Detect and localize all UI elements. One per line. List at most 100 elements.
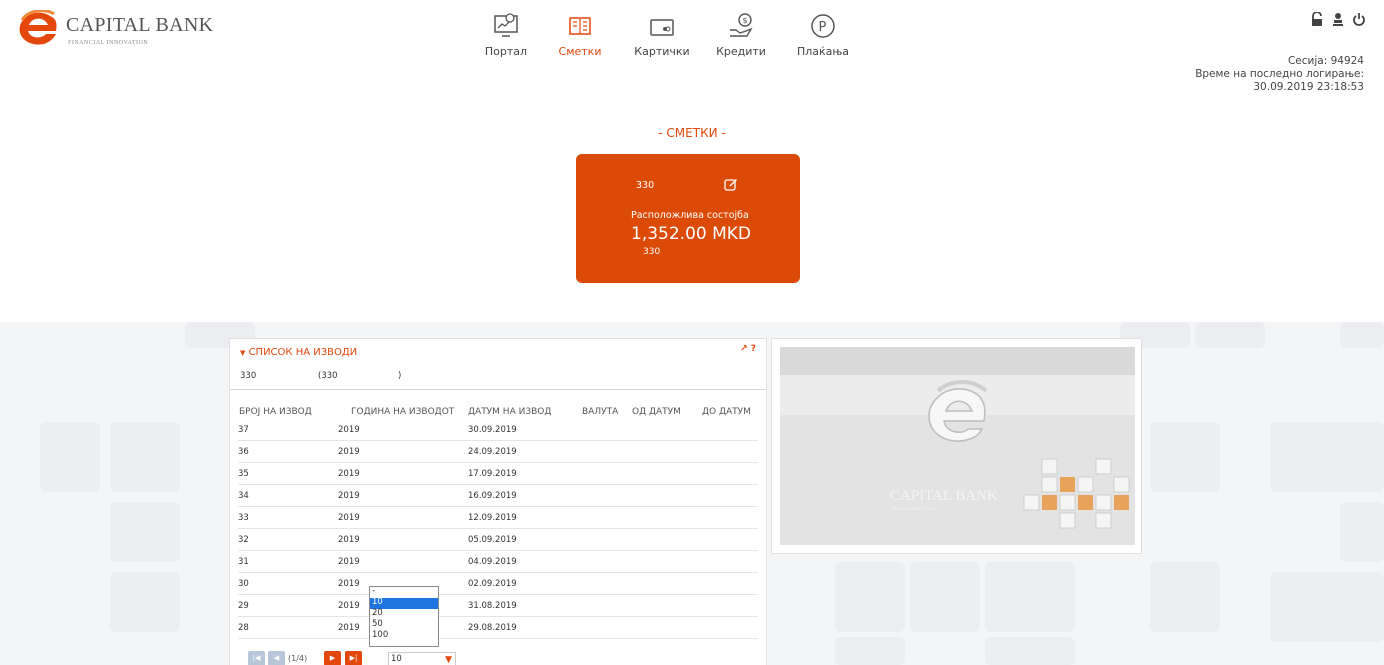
bg-tile	[1150, 422, 1220, 492]
statement-account-name: (330	[318, 371, 338, 381]
cell-date: 30.09.2019	[468, 425, 517, 435]
col-header-date[interactable]: ДАТУМ НА ИЗВОД	[468, 407, 551, 417]
col-header-year[interactable]: ГОДИНА НА ИЗВОДОТ	[351, 407, 454, 417]
page-size-select[interactable]: 10 ▼	[388, 652, 456, 665]
account-sub-number: 330	[643, 247, 661, 257]
nav-portal[interactable]: Портал	[471, 12, 541, 58]
table-row[interactable]: 35 2019 17.09.2019	[238, 463, 758, 485]
account-card[interactable]: 330 Расположлива состојба 1,352.00 MKD 3…	[576, 154, 800, 283]
svg-text:$: $	[743, 16, 748, 25]
cell-number: 37	[238, 425, 249, 435]
nav-loans-label: Кредити	[716, 45, 766, 58]
promo-image: CAPITAL BANK FINANCIAL INNOVATION	[780, 347, 1135, 545]
session-info: Сесија: 94924 Време на последно логирање…	[1195, 55, 1364, 94]
col-header-number[interactable]: БРОЈ НА ИЗВОД	[239, 407, 312, 417]
cell-date: 31.08.2019	[468, 601, 517, 611]
brand-tagline: FINANCIAL INNOVATION	[68, 40, 149, 46]
cell-date: 12.09.2019	[468, 513, 517, 523]
cell-number: 28	[238, 623, 249, 633]
table-row[interactable]: 30 2019 02.09.2019	[238, 573, 758, 595]
cell-number: 30	[238, 579, 249, 589]
bg-tile	[1195, 322, 1265, 348]
prev-page-button[interactable]: ◀	[268, 651, 285, 665]
table-row[interactable]: 28 2019 29.08.2019	[238, 617, 758, 639]
accounts-icon	[569, 17, 591, 35]
nav-cards[interactable]: Картички	[627, 12, 697, 58]
power-icon[interactable]	[1352, 12, 1366, 31]
card-icon	[650, 19, 674, 36]
bg-tile	[1270, 422, 1384, 492]
promo-brand-tagline: FINANCIAL INNOVATION	[890, 506, 937, 511]
bg-tile	[110, 502, 180, 562]
bg-tile	[110, 572, 180, 632]
cell-date: 24.09.2019	[468, 447, 517, 457]
cell-year: 2019	[338, 557, 360, 567]
nav-payments-label: Плаќања	[796, 45, 850, 58]
cell-year: 2019	[338, 601, 360, 611]
cell-date: 04.09.2019	[468, 557, 517, 567]
cell-year: 2019	[338, 513, 360, 523]
nav-payments[interactable]: P Плаќања	[788, 12, 858, 58]
panel-tools[interactable]: ↗ ?	[740, 344, 756, 354]
cell-year: 2019	[338, 447, 360, 457]
cell-number: 29	[238, 601, 249, 611]
promo-brand-name: CAPITAL BANK	[890, 488, 998, 504]
table-row[interactable]: 33 2019 12.09.2019	[238, 507, 758, 529]
user-icon[interactable]	[1332, 12, 1344, 31]
cell-number: 33	[238, 513, 249, 523]
bg-tile	[835, 562, 905, 632]
cell-date: 16.09.2019	[468, 491, 517, 501]
promo-graphic: CAPITAL BANK FINANCIAL INNOVATION	[780, 347, 1135, 545]
cell-number: 36	[238, 447, 249, 457]
bg-tile	[910, 562, 980, 632]
bg-tile	[985, 637, 1075, 665]
nav-cards-label: Картички	[634, 45, 690, 58]
table-row[interactable]: 32 2019 05.09.2019	[238, 529, 758, 551]
table-row[interactable]: 29 2019 31.08.2019	[238, 595, 758, 617]
statement-account-name-close: )	[398, 371, 402, 381]
caret-down-icon: ▼	[240, 349, 246, 357]
last-page-button[interactable]: ▶|	[345, 651, 362, 665]
bg-tile	[985, 562, 1075, 632]
table-row[interactable]: 34 2019 16.09.2019	[238, 485, 758, 507]
first-page-button[interactable]: |◀	[248, 651, 265, 665]
cell-number: 34	[238, 491, 249, 501]
last-login-label: Време на последно логирање:	[1195, 68, 1364, 80]
next-page-button[interactable]: ▶	[324, 651, 341, 665]
balance-amount: 1,352.00 MKD	[631, 224, 752, 244]
statements-title-text: СПИСОК НА ИЗВОДИ	[248, 347, 358, 358]
edit-icon[interactable]	[724, 176, 738, 195]
nav-loans[interactable]: $ Кредити	[706, 12, 776, 58]
cell-number: 32	[238, 535, 249, 545]
logo-mark-icon	[19, 9, 57, 45]
table-row[interactable]: 37 2019 30.09.2019	[238, 419, 758, 441]
cell-year: 2019	[338, 491, 360, 501]
cell-year: 2019	[338, 469, 360, 479]
divider	[230, 389, 766, 390]
statement-account-number: 330	[240, 371, 257, 381]
loan-icon: $	[730, 13, 753, 37]
balance-label: Расположлива состојба	[631, 210, 749, 221]
account-number: 330	[636, 180, 655, 191]
page-size-value: 10	[391, 654, 402, 664]
lock-icon[interactable]	[1310, 11, 1324, 31]
bg-tile	[1150, 562, 1220, 632]
col-header-currency[interactable]: ВАЛУТА	[582, 407, 618, 417]
bg-tile	[110, 422, 180, 492]
page-size-options: - 10 20 50 100	[369, 586, 439, 647]
cell-year: 2019	[338, 425, 360, 435]
cell-year: 2019	[338, 623, 360, 633]
table-row[interactable]: 31 2019 04.09.2019	[238, 551, 758, 573]
statements-title[interactable]: ▼ СПИСОК НА ИЗВОДИ	[240, 347, 357, 358]
nav-accounts-label: Сметки	[558, 45, 602, 58]
session-id: Сесија: 94924	[1287, 55, 1364, 67]
table-row[interactable]: 36 2019 24.09.2019	[238, 441, 758, 463]
promo-panel: CAPITAL BANK FINANCIAL INNOVATION	[771, 338, 1142, 554]
bg-tile	[1340, 502, 1384, 562]
page-info: (1/4)	[288, 654, 308, 663]
page-size-option[interactable]: 100	[370, 630, 438, 642]
col-header-from-date[interactable]: ОД ДАТУМ	[632, 407, 681, 417]
nav-accounts[interactable]: Сметки	[545, 12, 615, 58]
cell-date: 02.09.2019	[468, 579, 517, 589]
col-header-to-date[interactable]: ДО ДАТУМ	[702, 407, 751, 417]
